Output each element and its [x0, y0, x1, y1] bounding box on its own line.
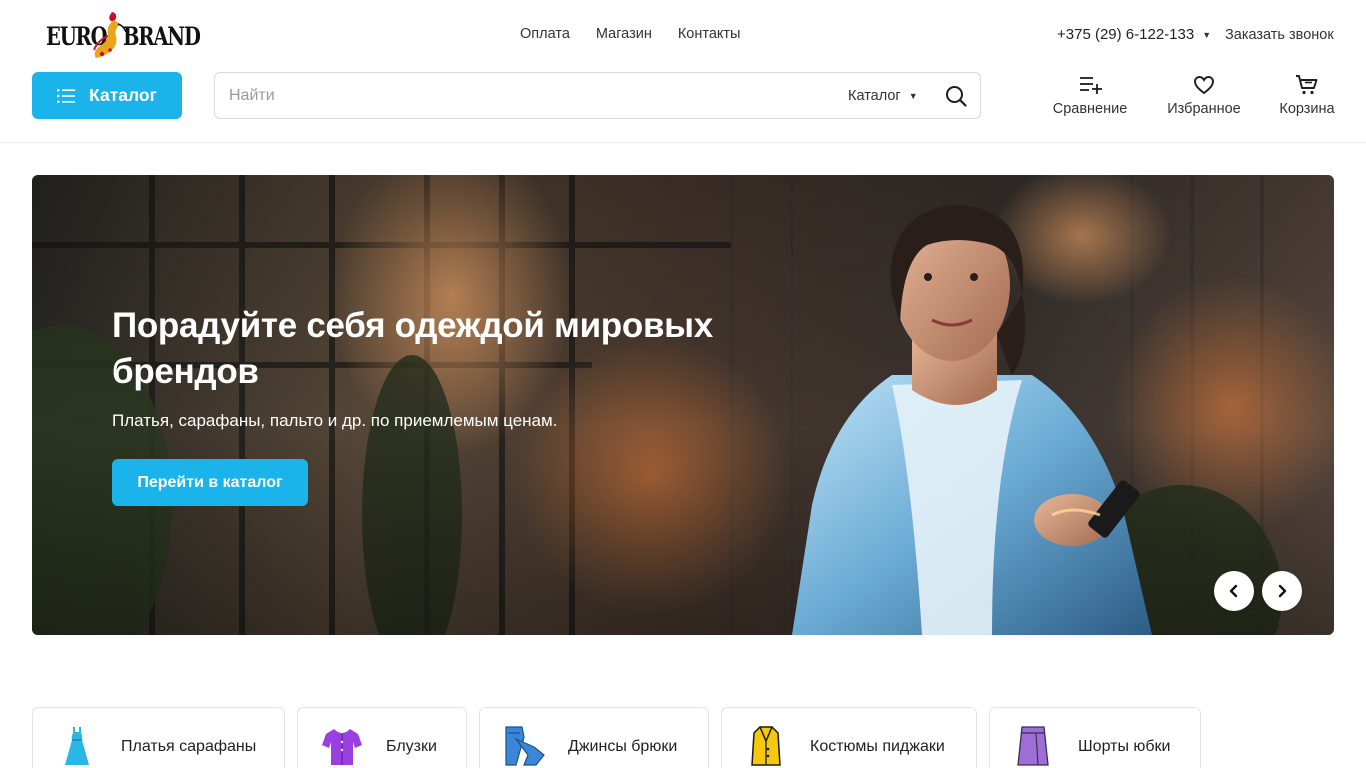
jeans-icon — [505, 726, 545, 766]
catalog-button[interactable]: Каталог — [32, 72, 182, 119]
cart-icon — [1296, 75, 1318, 95]
blouse-icon — [322, 729, 362, 765]
phone-number[interactable]: +375 (29) 6-122-133 — [1057, 26, 1194, 43]
category-label: Костюмы пиджаки — [810, 738, 945, 755]
top-navigation: Оплата Магазин Контакты — [520, 26, 740, 42]
hero-subtitle: Платья, сарафаны, пальто и др. по приемл… — [112, 411, 558, 430]
favorites-label: Избранное — [1167, 101, 1241, 117]
dress-icon — [65, 727, 89, 765]
heart-icon — [1194, 76, 1214, 95]
nav-link-contacts[interactable]: Контакты — [678, 26, 741, 42]
hero-banner: Порадуйте себя одеждой мировых брендов П… — [32, 175, 1334, 635]
hero-background-image — [32, 175, 1334, 635]
logo-text-brand: BRAND — [123, 22, 201, 51]
cart-link[interactable]: Корзина — [1278, 74, 1336, 117]
category-jeans[interactable]: Джинсы брюки — [479, 707, 709, 768]
nav-link-payment[interactable]: Оплата — [520, 26, 570, 42]
callback-link[interactable]: Заказать звонок — [1225, 27, 1334, 43]
category-label: Блузки — [386, 738, 437, 755]
catalog-button-label: Каталог — [89, 85, 157, 105]
hero-title: Порадуйте себя одеждой мировых брендов — [112, 306, 713, 391]
nav-link-store[interactable]: Магазин — [596, 26, 652, 42]
category-label: Джинсы брюки — [568, 738, 678, 755]
category-shorts-skirts[interactable]: Шорты юбки — [989, 707, 1201, 768]
category-label: Шорты юбки — [1078, 738, 1171, 755]
compare-link[interactable]: Сравнение — [1052, 74, 1128, 117]
cart-label: Корзина — [1279, 101, 1335, 117]
slider-next-button[interactable] — [1262, 571, 1302, 611]
search-icon[interactable] — [945, 85, 967, 107]
slider-prev-button[interactable] — [1214, 571, 1254, 611]
search-input[interactable] — [229, 85, 809, 107]
caret-down-icon[interactable]: ▼ — [1202, 30, 1211, 40]
search-scope-label: Каталог — [848, 88, 901, 104]
favorites-link[interactable]: Избранное — [1166, 74, 1242, 117]
compare-icon — [1080, 77, 1102, 94]
chevron-left-icon — [1229, 584, 1238, 598]
chevron-right-icon — [1278, 584, 1287, 598]
category-label: Платья сарафаны — [121, 738, 257, 755]
caret-down-icon: ▼ — [908, 91, 918, 101]
search-scope-dropdown[interactable]: Каталог ▼ — [848, 88, 918, 104]
compare-label: Сравнение — [1052, 101, 1128, 117]
phone-dropdown[interactable]: +375 (29) 6-122-133 ▼ — [1057, 26, 1211, 43]
site-header: EURO BRAND Оплата Магазин Контакты +375 … — [0, 0, 1366, 143]
go-to-catalog-button[interactable]: Перейти в каталог — [112, 459, 308, 506]
category-suits[interactable]: Костюмы пиджаки — [721, 707, 977, 768]
jacket-icon — [751, 726, 781, 766]
skirt-icon — [1017, 726, 1049, 766]
list-icon — [57, 88, 76, 103]
logo[interactable]: EURO BRAND — [44, 10, 201, 62]
search-bar: Каталог ▼ — [214, 72, 981, 119]
category-blouses[interactable]: Блузки — [297, 707, 467, 768]
category-dresses[interactable]: Платья сарафаны — [32, 707, 285, 768]
